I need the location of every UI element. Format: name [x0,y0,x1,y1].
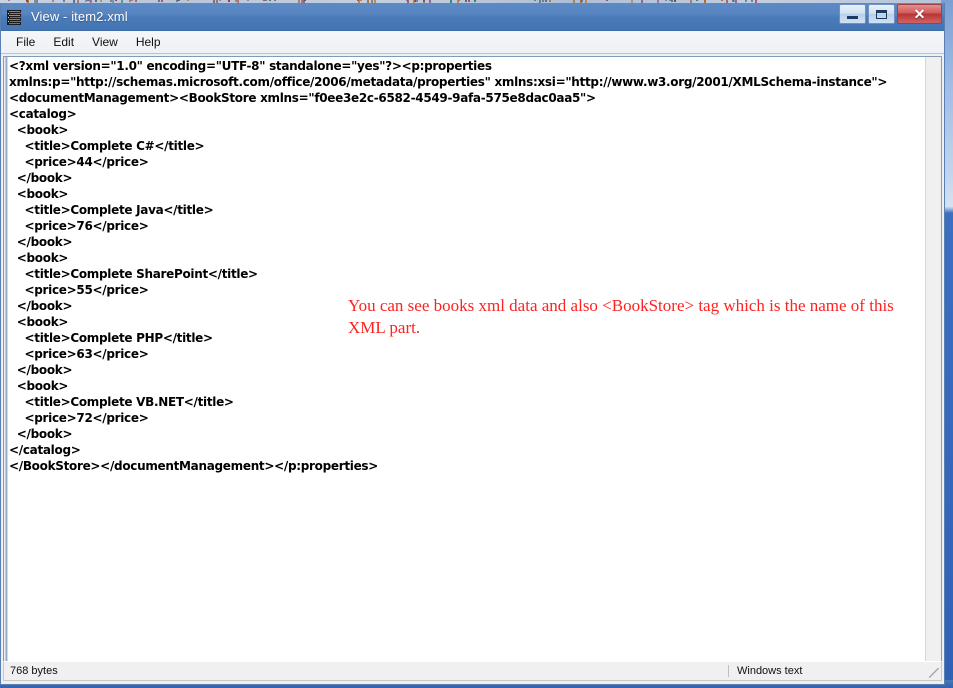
window-title: View - item2.xml [31,9,128,24]
menu-item-edit[interactable]: Edit [44,33,83,51]
resize-grip-icon[interactable] [929,668,939,678]
status-bar: 768 bytes Windows text [3,661,942,681]
close-button[interactable]: ✕ [897,4,942,24]
view-window: View - item2.xml ✕ File Edit View Help <… [0,3,945,685]
menu-item-help[interactable]: Help [127,33,170,51]
maximize-icon [876,9,887,19]
vertical-scrollbar[interactable] [925,57,941,662]
xml-content: <?xml version="1.0" encoding="UTF-8" sta… [9,59,888,473]
minimize-button[interactable] [839,4,866,24]
maximize-button[interactable] [868,4,895,24]
xml-text-area[interactable]: <?xml version="1.0" encoding="UTF-8" sta… [8,57,925,662]
annotation-text: You can see books xml data and also <Boo… [348,296,894,337]
minimize-icon [847,15,858,19]
window-controls: ✕ [839,4,942,24]
menu-bar: File Edit View Help [1,31,944,54]
status-encoding: Windows text [737,665,803,677]
title-bar[interactable]: View - item2.xml ✕ [1,3,944,31]
status-file-size: 768 bytes [4,665,729,677]
xml-editor-panel: <?xml version="1.0" encoding="UTF-8" sta… [3,56,942,663]
menu-item-view[interactable]: View [83,33,127,51]
close-icon: ✕ [913,6,926,22]
menu-item-file[interactable]: File [7,33,44,51]
book-stack-icon [6,8,24,26]
